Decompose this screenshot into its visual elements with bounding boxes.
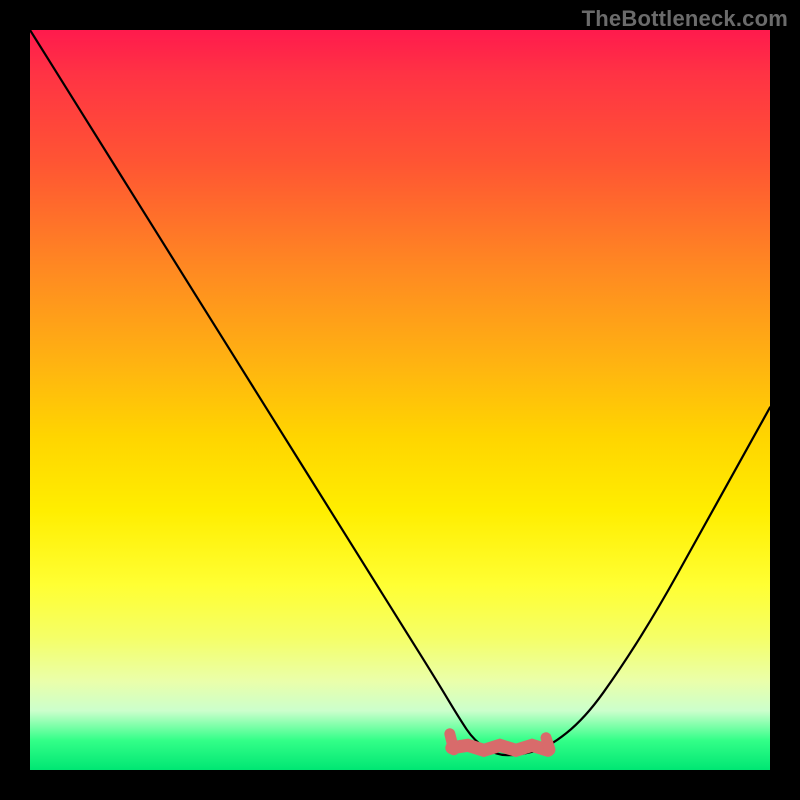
- optimal-band-right-tick: [546, 738, 550, 750]
- chart-container: TheBottleneck.com: [0, 0, 800, 800]
- optimal-band-left-tick: [450, 734, 454, 750]
- optimal-band-path: [452, 745, 548, 750]
- plot-area: [30, 30, 770, 770]
- watermark-text: TheBottleneck.com: [582, 6, 788, 32]
- curve-svg: [30, 30, 770, 770]
- bottleneck-curve-path: [30, 30, 770, 755]
